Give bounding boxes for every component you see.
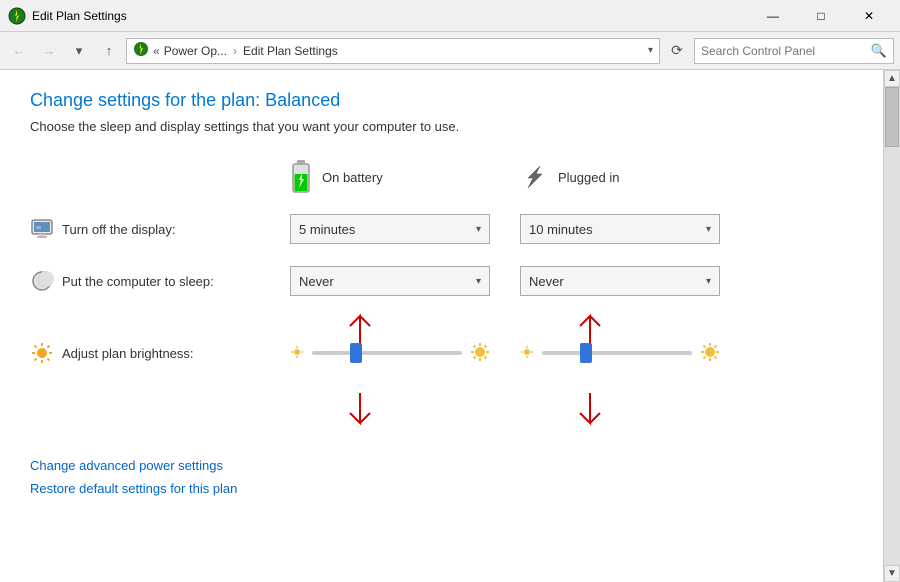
display-battery-value: 5 minutes [299, 222, 472, 237]
sleep-plugged-dropdown[interactable]: Never ▾ [520, 266, 720, 296]
main-content: Change settings for the plan: Balanced C… [0, 70, 900, 582]
sleep-battery-value: Never [299, 274, 472, 289]
scrollbar: ▲ ▼ [883, 70, 900, 582]
display-plugged-control: 10 minutes ▾ [520, 214, 750, 244]
title-bar-title: Edit Plan Settings [32, 9, 750, 23]
display-label-area: Turn off the display: [30, 217, 290, 241]
display-plugged-dropdown[interactable]: 10 minutes ▾ [520, 214, 720, 244]
page-title: Change settings for the plan: Balanced [30, 90, 853, 111]
sleep-controls: Never ▾ Never ▾ [290, 266, 853, 296]
battery-column-header: On battery [290, 158, 520, 196]
battery-column-label: On battery [322, 170, 383, 185]
plugged-column-label: Plugged in [558, 170, 619, 185]
title-bar: Edit Plan Settings — □ ✕ [0, 0, 900, 32]
display-label: Turn off the display: [62, 222, 175, 237]
sleep-battery-control: Never ▾ [290, 266, 520, 296]
display-battery-control: 5 minutes ▾ [290, 214, 520, 244]
sleep-battery-dropdown[interactable]: Never ▾ [290, 266, 490, 296]
search-input[interactable] [701, 44, 871, 58]
search-icon-button[interactable]: 🔍 [871, 43, 887, 59]
scroll-thumb[interactable] [885, 87, 899, 147]
address-chevron-icon: ▾ [648, 45, 653, 56]
restore-defaults-link[interactable]: Restore default settings for this plan [30, 481, 853, 496]
sleep-plugged-arrow: ▾ [706, 276, 711, 287]
red-arrows-bottom [30, 388, 853, 438]
display-plugged-arrow: ▾ [706, 224, 711, 235]
brightness-plugged-thumb[interactable] [580, 343, 592, 363]
breadcrumb-item-1[interactable]: Power Op... [164, 44, 227, 58]
forward-button[interactable]: → [36, 38, 62, 64]
brightness-plugged-track [542, 351, 692, 355]
page-subtitle: Choose the sleep and display settings th… [30, 119, 853, 134]
title-bar-icon [8, 7, 26, 25]
red-arrows-row [30, 306, 853, 351]
column-headers: On battery Plugged in [30, 158, 853, 196]
maximize-button[interactable]: □ [798, 2, 844, 30]
sleep-battery-arrow: ▾ [476, 276, 481, 287]
refresh-button[interactable]: ⟳ [664, 38, 690, 64]
content-area: Change settings for the plan: Balanced C… [0, 70, 883, 582]
brightness-battery-thumb[interactable] [350, 343, 362, 363]
back-button[interactable]: ← [6, 38, 32, 64]
nav-bar: ← → ▾ ↑ « Power Op... › Edit Plan Settin… [0, 32, 900, 70]
display-icon [30, 217, 54, 241]
battery-icon [290, 158, 312, 196]
plug-icon [520, 162, 548, 193]
close-button[interactable]: ✕ [846, 2, 892, 30]
sleep-plugged-value: Never [529, 274, 702, 289]
breadcrumb: « [153, 44, 160, 58]
display-setting-row: Turn off the display: 5 minutes ▾ 10 min… [30, 212, 853, 246]
display-controls: 5 minutes ▾ 10 minutes ▾ [290, 214, 853, 244]
display-plugged-value: 10 minutes [529, 222, 702, 237]
bottom-links: Change advanced power settings Restore d… [30, 458, 853, 496]
brightness-battery-track [312, 351, 462, 355]
title-bar-controls: — □ ✕ [750, 2, 892, 30]
sleep-setting-row: Put the computer to sleep: Never ▾ Never… [30, 264, 853, 298]
search-box: 🔍 [694, 38, 894, 64]
dropdown-button[interactable]: ▾ [66, 38, 92, 64]
sleep-label: Put the computer to sleep: [62, 274, 214, 289]
display-battery-dropdown[interactable]: 5 minutes ▾ [290, 214, 490, 244]
plugged-column-header: Plugged in [520, 158, 750, 196]
display-battery-arrow: ▾ [476, 224, 481, 235]
breadcrumb-icon [133, 41, 149, 60]
sleep-label-area: Put the computer to sleep: [30, 269, 290, 293]
scroll-down-button[interactable]: ▼ [884, 565, 900, 582]
address-bar: « Power Op... › Edit Plan Settings ▾ [126, 38, 660, 64]
sleep-icon [30, 269, 54, 293]
breadcrumb-item-2[interactable]: Edit Plan Settings [243, 44, 338, 58]
scroll-up-button[interactable]: ▲ [884, 70, 900, 87]
sleep-plugged-control: Never ▾ [520, 266, 750, 296]
up-button[interactable]: ↑ [96, 38, 122, 64]
advanced-settings-link[interactable]: Change advanced power settings [30, 458, 853, 473]
scroll-track [884, 87, 900, 565]
minimize-button[interactable]: — [750, 2, 796, 30]
